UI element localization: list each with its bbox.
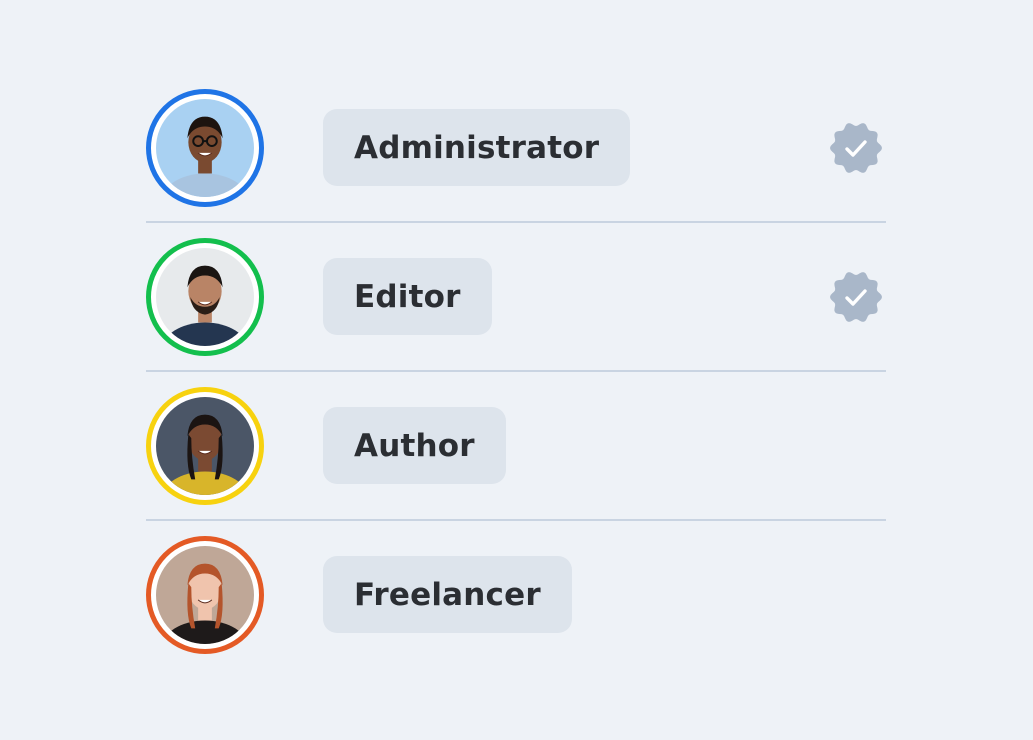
avatar [146,89,264,207]
role-badge: Freelancer [323,556,572,633]
badge-shape [830,123,882,173]
role-badge: Author [323,407,506,484]
list-item[interactable]: Freelancer [146,521,886,668]
red-haired-woman-photo [156,546,254,644]
avatar [146,238,264,356]
list-item[interactable]: Editor [146,223,886,372]
role-badge: Administrator [323,109,631,186]
list-item[interactable]: Administrator [146,74,886,223]
avatar [146,536,264,654]
verified-badge-icon [830,123,882,173]
list-item[interactable]: Author [146,372,886,521]
user-role-list: Administrator Editor Author Freelancer [146,74,886,668]
avatar-photo [156,248,254,346]
bearded-man-photo [156,248,254,346]
verified-badge-icon [830,272,882,322]
man-with-glasses-photo [156,99,254,197]
role-badge: Editor [323,258,492,335]
avatar-photo [156,546,254,644]
avatar [146,387,264,505]
woman-with-braids-photo [156,397,254,495]
avatar-photo [156,397,254,495]
avatar-photo [156,99,254,197]
badge-shape [830,272,882,322]
